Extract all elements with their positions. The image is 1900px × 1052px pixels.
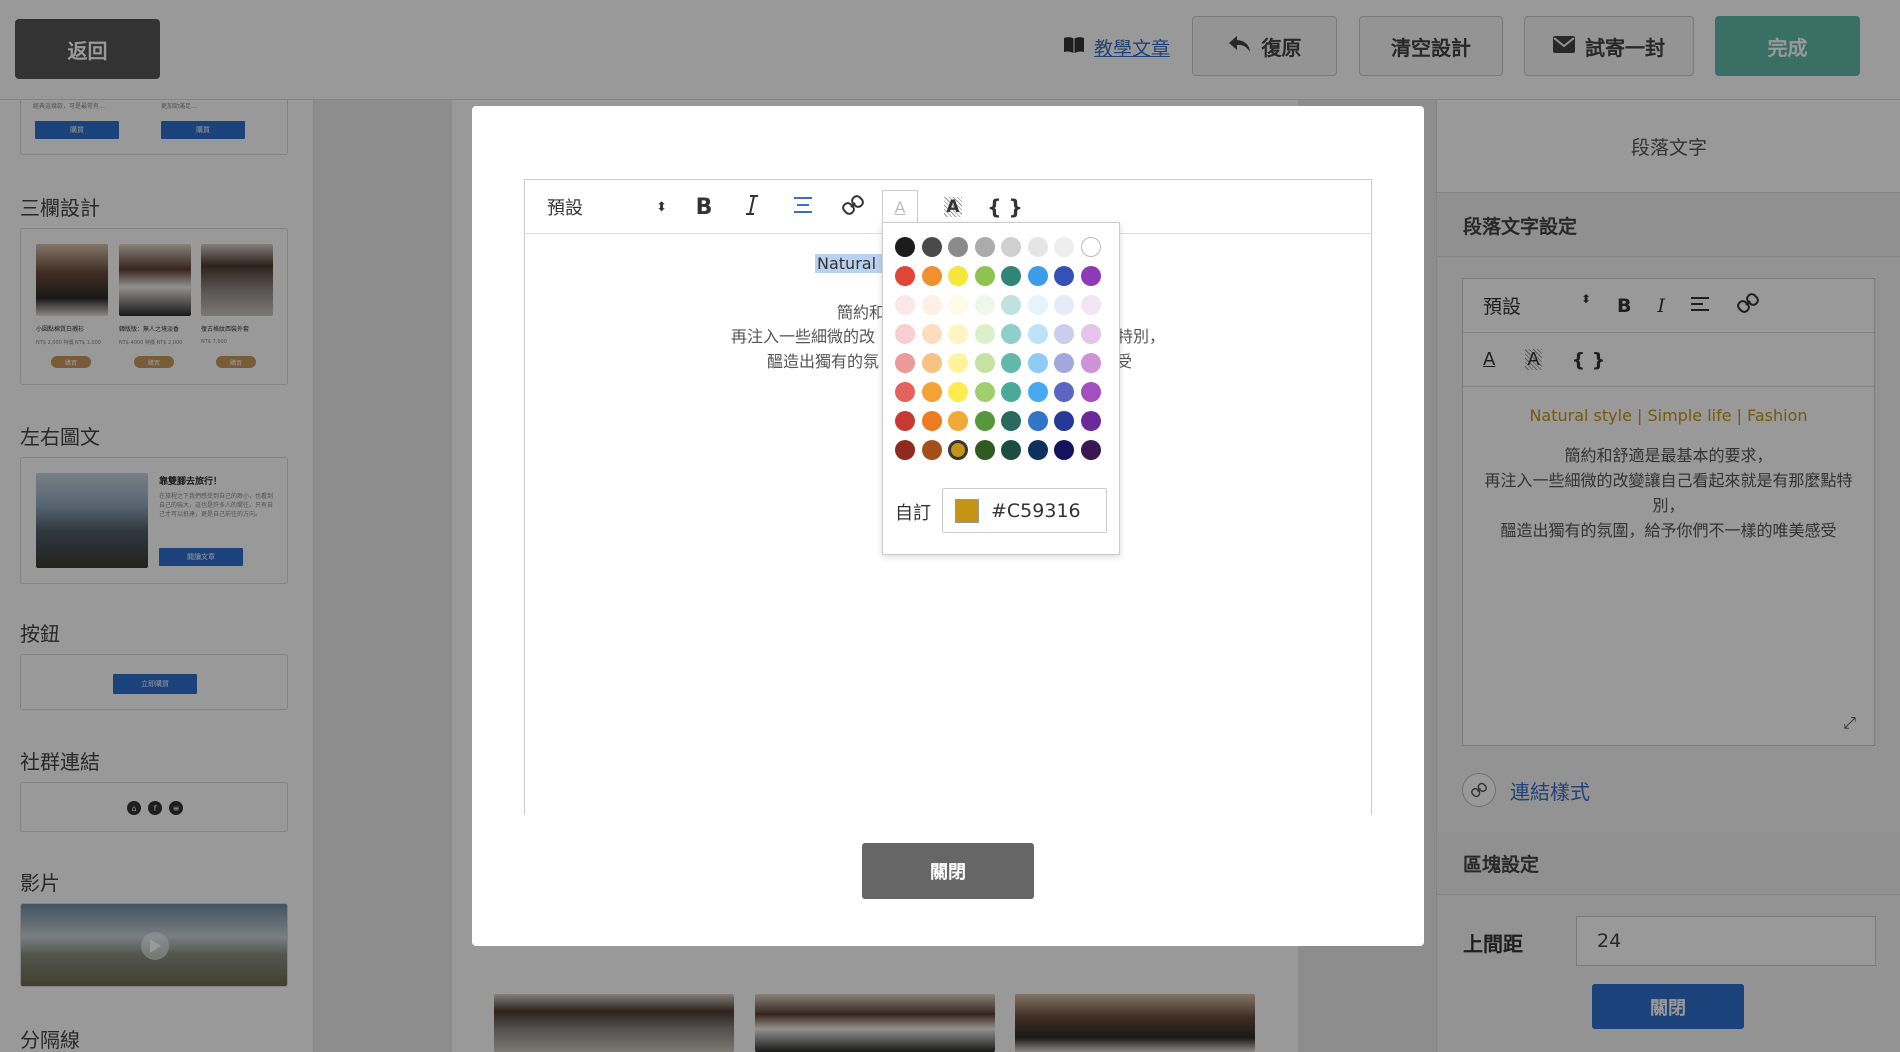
text-color-icon: A <box>894 198 906 217</box>
color-swatch[interactable] <box>921 266 942 286</box>
color-swatch[interactable] <box>1001 353 1021 373</box>
color-swatch[interactable] <box>1080 295 1101 315</box>
color-swatch[interactable] <box>1054 295 1074 315</box>
color-swatch[interactable] <box>948 295 968 315</box>
color-swatch[interactable] <box>921 295 942 315</box>
color-swatch[interactable] <box>895 411 915 431</box>
color-swatch[interactable] <box>1027 295 1048 315</box>
custom-color-preview[interactable] <box>955 498 979 523</box>
color-swatch[interactable] <box>1054 324 1074 344</box>
color-swatch[interactable] <box>1001 440 1021 460</box>
color-swatch[interactable] <box>921 411 942 431</box>
color-swatch[interactable] <box>895 353 915 373</box>
color-swatch[interactable] <box>895 266 915 286</box>
custom-color-label: 自訂 <box>895 503 931 524</box>
color-swatch[interactable] <box>895 295 915 315</box>
style-select[interactable]: 預設 ⬍ <box>547 180 667 234</box>
color-swatch[interactable] <box>1054 237 1074 257</box>
color-swatch[interactable] <box>1054 411 1074 431</box>
color-swatch[interactable] <box>1001 237 1021 257</box>
color-swatch[interactable] <box>1080 237 1101 257</box>
link-icon <box>842 194 864 221</box>
selected-text: Natural s <box>815 254 892 273</box>
italic-button[interactable] <box>737 180 767 234</box>
color-swatch[interactable] <box>974 382 995 402</box>
color-swatch[interactable] <box>1054 353 1074 373</box>
content-line: 特別， <box>1117 327 1166 346</box>
color-swatch-grid <box>895 237 1101 460</box>
color-swatch[interactable] <box>948 382 968 402</box>
modal-close-button[interactable]: 關閉 <box>862 843 1034 899</box>
color-swatch[interactable] <box>948 440 968 460</box>
color-swatch[interactable] <box>1027 353 1048 373</box>
color-swatch[interactable] <box>921 440 942 460</box>
color-swatch[interactable] <box>895 382 915 402</box>
color-swatch[interactable] <box>974 266 995 286</box>
color-swatch[interactable] <box>1080 353 1101 373</box>
color-swatch[interactable] <box>1080 382 1101 402</box>
color-swatch[interactable] <box>895 237 915 257</box>
custom-color-input[interactable]: #C59316 <box>942 488 1107 533</box>
color-swatch[interactable] <box>974 440 995 460</box>
color-swatch[interactable] <box>1001 266 1021 286</box>
color-swatch[interactable] <box>1001 295 1021 315</box>
bg-color-icon: A <box>944 197 962 217</box>
color-swatch[interactable] <box>1080 440 1101 460</box>
color-swatch[interactable] <box>948 237 968 257</box>
italic-icon <box>745 194 759 220</box>
color-swatch[interactable] <box>1027 440 1048 460</box>
color-swatch[interactable] <box>1054 382 1074 402</box>
text-color-button[interactable]: A <box>882 190 918 224</box>
color-swatch[interactable] <box>921 237 942 257</box>
link-button[interactable] <box>835 180 871 234</box>
color-swatch[interactable] <box>1080 324 1101 344</box>
color-swatch[interactable] <box>895 440 915 460</box>
color-swatch[interactable] <box>1054 440 1074 460</box>
custom-color-value: #C59316 <box>991 499 1081 522</box>
bold-button[interactable]: B <box>689 180 719 234</box>
color-swatch[interactable] <box>1027 237 1048 257</box>
color-swatch[interactable] <box>974 353 995 373</box>
content-line: 簡約和 <box>837 303 886 322</box>
color-swatch[interactable] <box>1001 411 1021 431</box>
content-line: 醞造出獨有的氛 <box>767 352 880 371</box>
align-button[interactable] <box>785 180 821 234</box>
color-swatch[interactable] <box>948 411 968 431</box>
color-swatch[interactable] <box>1001 324 1021 344</box>
color-swatch[interactable] <box>1054 266 1074 286</box>
color-swatch[interactable] <box>1080 411 1101 431</box>
color-swatch[interactable] <box>1027 411 1048 431</box>
color-swatch[interactable] <box>974 237 995 257</box>
color-swatch[interactable] <box>948 353 968 373</box>
color-swatch[interactable] <box>1027 266 1048 286</box>
align-center-icon <box>793 195 813 219</box>
color-swatch[interactable] <box>948 266 968 286</box>
color-swatch[interactable] <box>895 324 915 344</box>
color-swatch[interactable] <box>921 353 942 373</box>
color-swatch[interactable] <box>948 324 968 344</box>
color-swatch[interactable] <box>1027 382 1048 402</box>
content-line: 再注入一些細微的改 <box>731 327 876 346</box>
color-swatch[interactable] <box>921 324 942 344</box>
color-swatch[interactable] <box>974 295 995 315</box>
style-select-value: 預設 <box>547 198 583 219</box>
color-swatch[interactable] <box>1080 266 1101 286</box>
color-picker-popover: 自訂 #C59316 <box>882 222 1120 555</box>
updown-icon: ⬍ <box>656 199 667 215</box>
color-swatch[interactable] <box>1001 382 1021 402</box>
color-swatch[interactable] <box>974 324 995 344</box>
color-swatch[interactable] <box>1027 324 1048 344</box>
color-swatch[interactable] <box>921 382 942 402</box>
color-swatch[interactable] <box>974 411 995 431</box>
